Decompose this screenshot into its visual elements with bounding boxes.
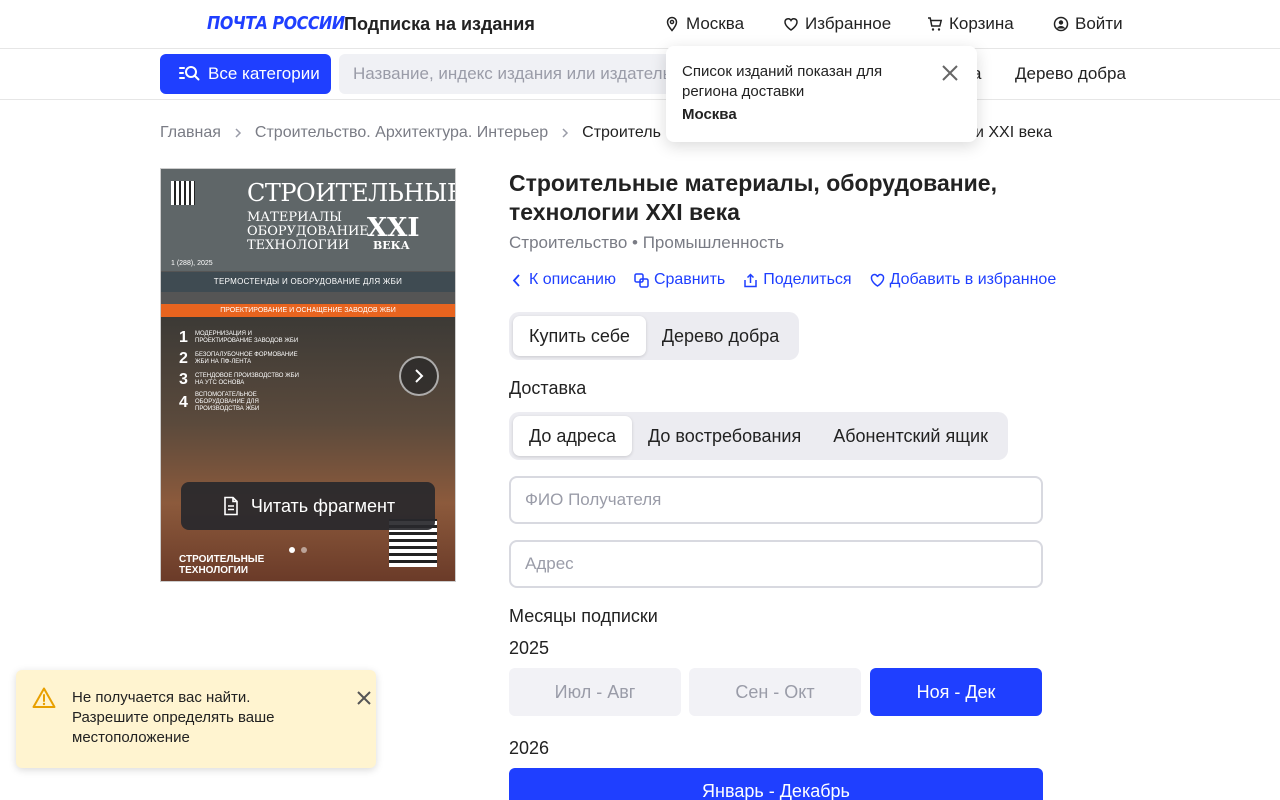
cover-issue: 1 (288), 2025 xyxy=(171,260,213,267)
cover-list-item: 1 МОДЕРНИЗАЦИЯ И ПРОЕКТИРОВАНИЕ ЗАВОДОВ Ж… xyxy=(179,329,299,346)
heart-icon xyxy=(784,18,798,31)
month-jul-aug[interactable]: Июл - Авг xyxy=(509,668,681,716)
location-link[interactable]: Москва xyxy=(664,14,744,34)
close-icon[interactable] xyxy=(941,64,959,82)
year-2026-label: 2026 xyxy=(509,738,550,758)
cover-subtitle-3: ТЕХНОЛОГИИ xyxy=(247,238,350,253)
cover-band-1: ТЕРМОСТЕНДЫ И ОБОРУДОВАНИЕ ДЛЯ ЖБИ xyxy=(161,272,455,292)
month-sep-oct[interactable]: Сен - Окт xyxy=(689,668,861,716)
warning-icon xyxy=(32,687,56,708)
chevron-right-icon xyxy=(415,369,424,383)
categories-search-icon xyxy=(179,66,200,81)
chevron-right-icon xyxy=(235,128,241,138)
delivery-to-address[interactable]: До адреса xyxy=(513,416,632,456)
document-icon xyxy=(224,496,238,516)
cover-band-2: ПРОЕКТИРОВАНИЕ И ОСНАЩЕНИЕ ЗАВОДОВ ЖБИ xyxy=(161,304,455,317)
cover-list: 1 МОДЕРНИЗАЦИЯ И ПРОЕКТИРОВАНИЕ ЗАВОДОВ Ж… xyxy=(179,329,299,416)
delivery-on-demand[interactable]: До востребования xyxy=(632,416,817,456)
cover-bottom-text: СТРОИТЕЛЬНЫЕ ТЕХНОЛОГИИ xyxy=(179,554,265,576)
cover-subtitle-2: ОБОРУДОВАНИЕ xyxy=(247,224,369,239)
region-popover-city: Москва xyxy=(682,106,737,123)
breadcrumb-tail: и XXI века xyxy=(975,124,1052,142)
recipient-name-field[interactable] xyxy=(509,476,1043,524)
address-field[interactable] xyxy=(509,540,1043,588)
delivery-mode-switch: До адреса До востребования Абонентский я… xyxy=(509,412,1008,460)
delivery-label: Доставка xyxy=(509,378,587,398)
product-title: Строительные материалы, оборудование, те… xyxy=(509,170,997,225)
product-category: Строительство • Промышленность xyxy=(509,233,785,252)
cart-link[interactable]: Корзина xyxy=(927,14,1014,34)
buy-mode-self[interactable]: Купить себе xyxy=(513,316,646,356)
back-to-description-link[interactable]: К описанию xyxy=(509,271,616,289)
cover-qr-code xyxy=(171,181,195,205)
cart-icon xyxy=(928,17,943,31)
favorites-label: Избранное xyxy=(805,14,892,33)
breadcrumb-current-start: Строитель xyxy=(582,124,661,141)
month-nov-dec[interactable]: Ноя - Дек xyxy=(870,668,1042,716)
login-link[interactable]: Войти xyxy=(1053,14,1123,34)
cover-subtitle: МАТЕРИАЛЫ ОБОРУДОВАНИЕ ТЕХНОЛОГИИ xyxy=(247,211,369,253)
favorites-link[interactable]: Избранное xyxy=(783,14,891,34)
geolocation-toast: Не получается вас найти. Разрешите опред… xyxy=(16,670,376,768)
carousel-dot-active[interactable] xyxy=(289,547,295,553)
logo[interactable]: ПОЧТА РОССИИ xyxy=(207,13,345,34)
carousel-next-button[interactable] xyxy=(399,356,439,396)
months-label: Месяцы подписки xyxy=(509,606,658,626)
cover-list-item: 2 БЕЗОПАЛУБОЧНОЕ ФОРМОВАНИЕ ЖБИ НА ПФ-ЛЕН… xyxy=(179,350,298,367)
breadcrumb-home[interactable]: Главная xyxy=(160,124,221,142)
read-fragment-label: Читать фрагмент xyxy=(250,495,396,516)
close-icon[interactable] xyxy=(356,690,372,706)
nav-link-charity[interactable]: Дерево добра xyxy=(1015,64,1126,84)
share-link[interactable]: Поделиться xyxy=(743,271,852,289)
buy-mode-switch: Купить себе Дерево добра xyxy=(509,312,800,360)
share-icon xyxy=(744,272,757,287)
region-popover-text: Список изданий показан для региона доста… xyxy=(682,63,883,100)
buy-mode-charity[interactable]: Дерево добра xyxy=(646,316,795,356)
heart-icon xyxy=(870,273,884,287)
breadcrumb-category[interactable]: Строительство. Архитектура. Интерьер xyxy=(255,124,548,142)
all-categories-button[interactable]: Все категории xyxy=(160,54,331,94)
carousel-dots xyxy=(289,547,307,553)
toast-message: Не получается вас найти. Разрешите опред… xyxy=(72,689,275,746)
all-categories-label: Все категории xyxy=(208,64,320,83)
compare-link[interactable]: Сравнить xyxy=(634,271,725,289)
search-input[interactable] xyxy=(339,54,674,94)
read-fragment-button[interactable]: Читать фрагмент xyxy=(181,482,435,530)
region-popover: Список изданий показан для региона доста… xyxy=(666,46,977,142)
add-to-favorites-link[interactable]: Добавить в избранное xyxy=(870,271,1056,289)
cart-label: Корзина xyxy=(949,14,1014,33)
cover-list-item: 3 СТЕНДОВОЕ ПРОИЗВОДСТВО ЖБИ НА УТС ОСНОВ… xyxy=(179,371,299,388)
compare-icon xyxy=(634,272,649,288)
month-jan-dec[interactable]: Январь - Декабрь xyxy=(509,768,1043,800)
product-actions: К описанию Сравнить Поделиться Добавить … xyxy=(509,271,1056,289)
year-2025-label: 2025 xyxy=(509,638,550,658)
location-label: Москва xyxy=(686,14,745,33)
nav-bar: Все категории а Дерево добра xyxy=(0,49,1280,100)
login-label: Войти xyxy=(1075,14,1123,33)
cover-list-item: 4 ВСПОМОГАТЕЛЬНОЕ ОБОРУДОВАНИЕ ДЛЯ ПРОИЗВ… xyxy=(179,392,260,412)
cover-vek: ВЕКА xyxy=(373,239,410,252)
top-header: ПОЧТА РОССИИ Подписка на издания Москва … xyxy=(0,0,1280,49)
chevron-left-icon xyxy=(512,273,520,287)
location-pin-icon xyxy=(666,16,678,32)
user-icon xyxy=(1053,16,1069,32)
breadcrumb: Главная Строительство. Архитектура. Инте… xyxy=(160,124,661,142)
cover-title: СТРОИТЕЛЬНЫЕ xyxy=(247,179,456,207)
breadcrumb-current-end: и XXI века xyxy=(975,124,1053,141)
cover-subtitle-1: МАТЕРИАЛЫ xyxy=(247,210,342,225)
carousel-dot[interactable] xyxy=(301,547,307,553)
delivery-po-box[interactable]: Абонентский ящик xyxy=(817,416,1004,456)
chevron-right-icon xyxy=(562,128,569,138)
site-title[interactable]: Подписка на издания xyxy=(344,14,535,35)
